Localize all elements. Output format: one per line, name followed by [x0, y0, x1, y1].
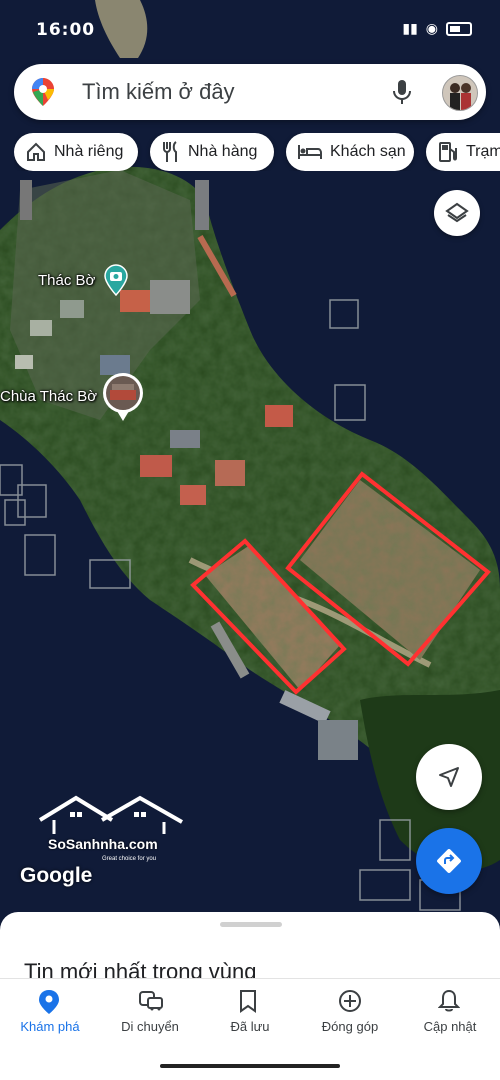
home-indicator[interactable] [160, 1064, 340, 1068]
restaurant-icon [163, 141, 177, 162]
explore-pin-icon [39, 990, 59, 1014]
nav-label: Khám phá [20, 1019, 80, 1034]
nav-explore[interactable]: Khám phá [0, 979, 100, 1049]
bell-icon [438, 989, 460, 1012]
watermark-name: SoSanhnha.com [48, 836, 158, 852]
google-attribution: Google [20, 864, 93, 887]
add-circle-icon [339, 990, 361, 1012]
bookmark-icon [240, 990, 256, 1013]
nav-label: Cập nhật [423, 1019, 477, 1034]
signal-icon: ▮▮ [402, 20, 418, 36]
home-icon [27, 142, 45, 161]
chip-home[interactable]: Nhà riêng [14, 133, 138, 171]
camera-pin-icon[interactable] [104, 264, 128, 301]
chip-hotels[interactable]: Khách sạn [286, 133, 414, 171]
commute-icon [139, 991, 163, 1011]
my-location-button[interactable] [416, 744, 482, 810]
nav-commute[interactable]: Di chuyển [100, 979, 200, 1049]
nav-label: Đã lưu [230, 1019, 270, 1034]
google-maps-logo-icon [32, 78, 54, 106]
battery-icon [446, 21, 472, 36]
nav-label: Di chuyển [121, 1019, 179, 1034]
chip-label: Khách sạn [330, 143, 406, 160]
hotel-icon [298, 145, 322, 159]
layers-button[interactable] [434, 190, 480, 236]
watermark-tagline: Great choice for you [102, 856, 157, 862]
status-icons: ▮▮ ◉ [402, 20, 472, 37]
watermark-logo: SoSanhnha.com Great choice for you [36, 790, 186, 870]
place-label-chua-thac-bo[interactable]: Chùa Thác Bờ [0, 388, 97, 405]
mic-icon[interactable] [392, 79, 412, 105]
navigation-arrow-icon [439, 767, 459, 787]
sheet-title: Tin mới nhất trong vùng [24, 959, 257, 979]
avatar[interactable] [442, 75, 478, 111]
gas-station-icon [439, 142, 457, 162]
chip-restaurants[interactable]: Nhà hàng [150, 133, 274, 171]
alarm-icon: ◉ [425, 20, 438, 36]
nav-label: Đóng góp [321, 1019, 379, 1034]
chip-label: Trạm [466, 143, 500, 160]
chip-label: Nhà hàng [188, 143, 258, 160]
directions-icon [437, 849, 461, 873]
status-bar: 16:00 ▮▮ ◉ [0, 0, 500, 58]
directions-button[interactable] [416, 828, 482, 894]
category-chips: Nhà riêng Nhà hàng Khách sạn Trạm [14, 133, 500, 171]
chip-gas-stations[interactable]: Trạm [426, 133, 500, 171]
nav-contribute[interactable]: Đóng góp [300, 979, 400, 1049]
bottom-nav: Khám phá Di chuyển Đã lưu Đóng góp Cập n… [0, 978, 500, 1049]
search-input[interactable]: Tìm kiếm ở đây [82, 64, 235, 120]
status-time: 16:00 [36, 20, 96, 40]
nav-updates[interactable]: Cập nhật [400, 979, 500, 1049]
photo-pin-icon[interactable] [102, 372, 144, 427]
drag-handle[interactable] [220, 922, 282, 927]
layers-icon [445, 202, 469, 223]
search-bar[interactable]: Tìm kiếm ở đây [14, 64, 486, 120]
place-label-thac-bo[interactable]: Thác Bờ [38, 272, 95, 289]
chip-label: Nhà riêng [54, 143, 124, 160]
nav-saved[interactable]: Đã lưu [200, 979, 300, 1049]
